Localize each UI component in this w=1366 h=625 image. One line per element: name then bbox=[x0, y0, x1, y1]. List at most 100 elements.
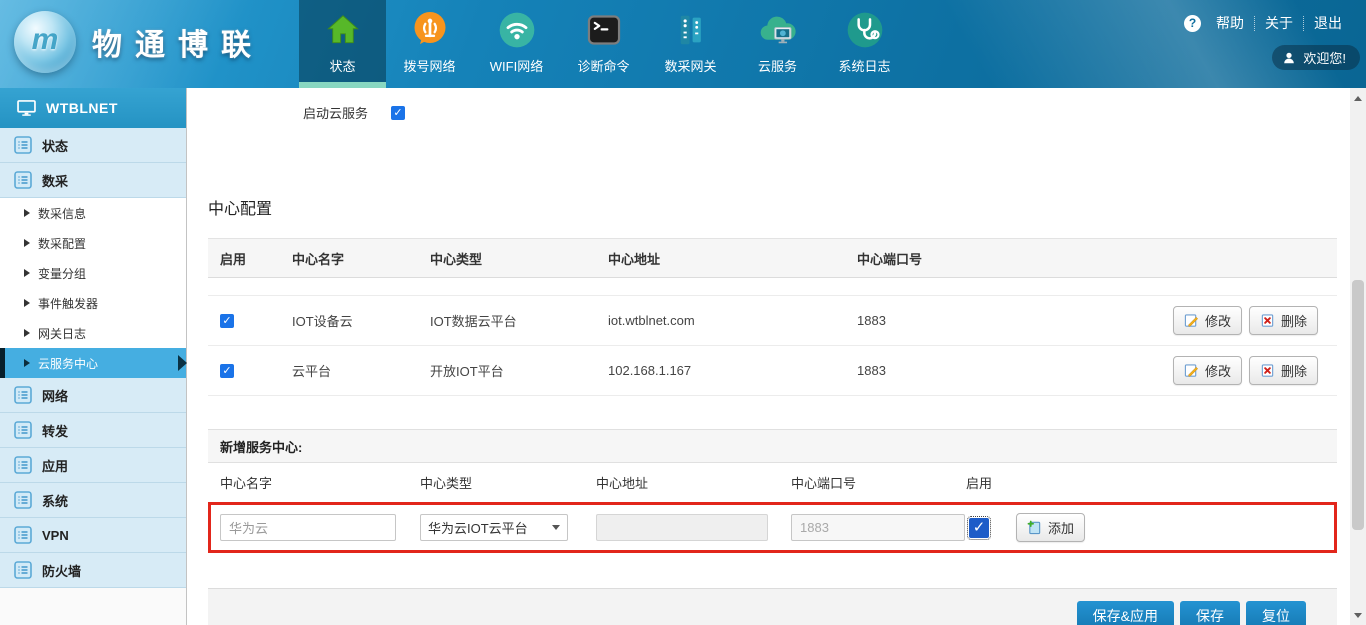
tab-label: 状态 bbox=[329, 56, 355, 75]
sidebar-item-forwarding[interactable]: 转发 bbox=[0, 413, 186, 448]
sidebar-item-label: 应用 bbox=[42, 456, 68, 475]
scroll-down-arrow[interactable] bbox=[1350, 607, 1366, 623]
label-type: 中心类型 bbox=[420, 473, 596, 492]
tab-wifi-network[interactable]: WIFI网络 bbox=[473, 0, 560, 88]
label-address: 中心地址 bbox=[596, 473, 791, 492]
sidebar-item-cloud-service-center[interactable]: 云服务中心 bbox=[0, 348, 186, 378]
add-center-title: 新增服务中心: bbox=[220, 437, 302, 456]
cell-name: 云平台 bbox=[292, 361, 430, 380]
sidebar-item-data-acq[interactable]: 数采 bbox=[0, 163, 186, 198]
logout-link[interactable]: 退出 bbox=[1304, 13, 1352, 33]
sidebar-item-label: 防火墙 bbox=[42, 561, 81, 580]
delete-label: 删除 bbox=[1281, 311, 1307, 330]
cell-address: iot.wtblnet.com bbox=[608, 313, 857, 328]
list-icon bbox=[14, 561, 32, 579]
sidebar-item-label: 数采配置 bbox=[38, 235, 86, 252]
modify-label: 修改 bbox=[1205, 361, 1231, 380]
enable-cloud-checkbox[interactable] bbox=[391, 106, 405, 120]
brand-logo: m 物通博联 bbox=[14, 11, 264, 73]
tab-label: WIFI网络 bbox=[490, 56, 543, 75]
sidebar-item-application[interactable]: 应用 bbox=[0, 448, 186, 483]
add-center-labels: 中心名字 中心类型 中心地址 中心端口号 启用 bbox=[208, 463, 1337, 502]
sidebar: WTBLNET 状态 数采 数采信息 数采配置 变量分组 事件触发器 网关日志 … bbox=[0, 88, 187, 625]
caret-right-icon bbox=[24, 209, 30, 217]
tab-dialup-network[interactable]: 拨号网络 bbox=[386, 0, 473, 88]
cell-type: 开放IOT平台 bbox=[430, 361, 608, 380]
tab-status[interactable]: 状态 bbox=[299, 0, 386, 88]
list-icon bbox=[14, 136, 32, 154]
add-button[interactable]: 添加 bbox=[1016, 513, 1085, 542]
caret-right-icon bbox=[24, 329, 30, 337]
sidebar-item-label: 网络 bbox=[42, 386, 68, 405]
tab-label: 系统日志 bbox=[838, 56, 890, 75]
sidebar-item-label: 网关日志 bbox=[38, 325, 86, 342]
list-icon bbox=[14, 491, 32, 509]
main-nav: 状态 拨号网络 bbox=[299, 0, 908, 88]
label-name: 中心名字 bbox=[220, 473, 420, 492]
scroll-up-arrow[interactable] bbox=[1350, 90, 1366, 106]
enable-cloud-row: 启动云服务 bbox=[188, 103, 1350, 122]
top-header: m 物通博联 状态 拨号网络 bbox=[0, 0, 1366, 88]
add-label: 添加 bbox=[1048, 518, 1074, 537]
selected-pointer-icon bbox=[178, 355, 187, 371]
center-address-input[interactable] bbox=[596, 514, 768, 541]
modify-button[interactable]: 修改 bbox=[1173, 356, 1242, 385]
cell-address: 102.168.1.167 bbox=[608, 363, 857, 378]
about-link[interactable]: 关于 bbox=[1255, 13, 1303, 33]
sidebar-item-variable-group[interactable]: 变量分组 bbox=[0, 258, 186, 288]
tab-label: 拨号网络 bbox=[403, 56, 455, 75]
sidebar-item-event-trigger[interactable]: 事件触发器 bbox=[0, 288, 186, 318]
caret-right-icon bbox=[24, 299, 30, 307]
sidebar-item-label: 系统 bbox=[42, 491, 68, 510]
col-enable: 启用 bbox=[220, 249, 292, 268]
help-link[interactable]: 帮助 bbox=[1206, 13, 1254, 33]
sidebar-item-status[interactable]: 状态 bbox=[0, 128, 186, 163]
save-button[interactable]: 保存 bbox=[1180, 601, 1240, 625]
center-port-input[interactable] bbox=[791, 514, 965, 541]
scrollbar-thumb[interactable] bbox=[1352, 280, 1364, 530]
center-config-section: 中心配置 启用 中心名字 中心类型 中心地址 中心端口号 IOT设备云 IOT数… bbox=[208, 195, 1337, 553]
table-row: 云平台 开放IOT平台 102.168.1.167 1883 修改 删除 bbox=[208, 346, 1337, 396]
sidebar-item-label: 状态 bbox=[42, 136, 68, 155]
add-enable-checkbox[interactable] bbox=[969, 518, 989, 538]
delete-button[interactable]: 删除 bbox=[1249, 356, 1318, 385]
sidebar-item-firewall[interactable]: 防火墙 bbox=[0, 553, 186, 588]
sidebar-item-label: 云服务中心 bbox=[38, 355, 98, 372]
wifi-icon bbox=[496, 9, 538, 51]
row-enabled-checkbox[interactable] bbox=[220, 314, 234, 328]
scrollbar[interactable] bbox=[1350, 88, 1366, 625]
save-apply-button[interactable]: 保存&应用 bbox=[1077, 601, 1174, 625]
row-enabled-checkbox[interactable] bbox=[220, 364, 234, 378]
modify-button[interactable]: 修改 bbox=[1173, 306, 1242, 335]
sidebar-item-network[interactable]: 网络 bbox=[0, 378, 186, 413]
sidebar-item-gateway-log[interactable]: 网关日志 bbox=[0, 318, 186, 348]
sidebar-item-data-config[interactable]: 数采配置 bbox=[0, 228, 186, 258]
sidebar-item-vpn[interactable]: VPN bbox=[0, 518, 186, 553]
center-name-input[interactable] bbox=[220, 514, 396, 541]
col-port: 中心端口号 bbox=[857, 249, 1068, 268]
add-file-icon bbox=[1027, 520, 1042, 535]
sidebar-item-data-info[interactable]: 数采信息 bbox=[0, 198, 186, 228]
footer-bar: 保存&应用 保存 复位 bbox=[208, 588, 1337, 625]
sidebar-item-label: 数采信息 bbox=[38, 205, 86, 222]
list-icon bbox=[14, 421, 32, 439]
center-type-select[interactable]: 华为云IOT云平台 bbox=[420, 514, 568, 541]
cell-port: 1883 bbox=[857, 313, 1068, 328]
tab-cloud-service[interactable]: 云服务 bbox=[734, 0, 821, 88]
terminal-icon bbox=[583, 9, 625, 51]
tab-data-gateway[interactable]: 数采网关 bbox=[647, 0, 734, 88]
caret-right-icon bbox=[24, 359, 30, 367]
cell-type: IOT数据云平台 bbox=[430, 311, 608, 330]
reset-button[interactable]: 复位 bbox=[1246, 601, 1306, 625]
col-type: 中心类型 bbox=[430, 249, 608, 268]
globe-logo-icon: m bbox=[14, 11, 76, 73]
home-icon bbox=[322, 9, 364, 51]
delete-button[interactable]: 删除 bbox=[1249, 306, 1318, 335]
top-links: ? 帮助 关于 退出 bbox=[1184, 13, 1352, 33]
tab-diagnostic-commands[interactable]: 诊断命令 bbox=[560, 0, 647, 88]
sidebar-item-label: 事件触发器 bbox=[38, 295, 98, 312]
chevron-down-icon bbox=[552, 525, 560, 530]
tab-system-log[interactable]: 系统日志 bbox=[821, 0, 908, 88]
delete-label: 删除 bbox=[1281, 361, 1307, 380]
sidebar-item-system[interactable]: 系统 bbox=[0, 483, 186, 518]
